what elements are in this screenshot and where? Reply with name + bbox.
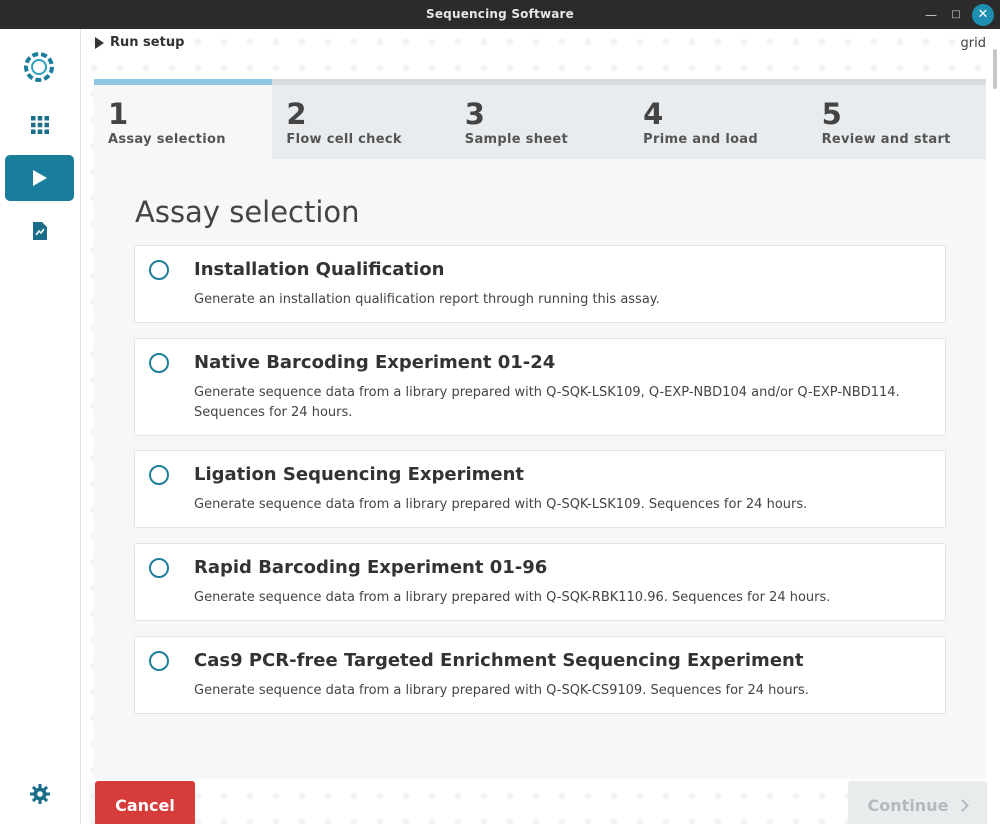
assay-option[interactable]: Cas9 PCR-free Targeted Enrichment Sequen…: [134, 636, 946, 714]
minimize-icon[interactable]: —: [920, 4, 942, 26]
radio-button[interactable]: [149, 558, 169, 578]
continue-button[interactable]: Continue: [848, 781, 987, 824]
sidebar-item-apps[interactable]: [5, 102, 74, 148]
window-title: Sequencing Software: [425, 7, 575, 21]
assay-title: Rapid Barcoding Experiment 01-96: [194, 557, 548, 578]
chevron-right-icon: [956, 798, 970, 812]
assay-title: Installation Qualification: [194, 259, 445, 280]
tab-review-and-start[interactable]: 5 Review and start: [807, 79, 986, 159]
play-icon: [32, 170, 47, 186]
sidebar-item-settings[interactable]: [5, 771, 74, 817]
scrollbar[interactable]: [993, 49, 997, 89]
tab-flow-cell-check[interactable]: 2 Flow cell check: [272, 79, 451, 159]
tab-prime-and-load[interactable]: 4 Prime and load: [629, 79, 808, 159]
assay-option[interactable]: Installation Qualification Generate an i…: [134, 245, 946, 323]
assay-title: Native Barcoding Experiment 01-24: [194, 352, 556, 373]
assay-title: Cas9 PCR-free Targeted Enrichment Sequen…: [194, 650, 804, 671]
step-number: 5: [821, 97, 842, 131]
assay-option[interactable]: Native Barcoding Experiment 01-24 Genera…: [134, 338, 946, 436]
continue-label: Continue: [867, 795, 949, 815]
cancel-button[interactable]: Cancel: [95, 781, 195, 824]
breadcrumb: Run setup: [95, 35, 184, 50]
step-label: Assay selection: [108, 132, 226, 147]
assay-description: Generate sequence data from a library pr…: [194, 590, 831, 605]
sidebar-item-reports[interactable]: [5, 208, 74, 254]
maximize-icon[interactable]: □: [945, 4, 967, 26]
play-small-icon: [95, 36, 104, 49]
device-label: grid: [960, 36, 986, 51]
breadcrumb-label: Run setup: [110, 35, 185, 50]
step-number: 1: [108, 97, 129, 131]
tab-assay-selection[interactable]: 1 Assay selection: [94, 79, 273, 159]
radio-button[interactable]: [149, 651, 169, 671]
assay-description: Generate an installation qualification r…: [194, 292, 660, 307]
step-tabs: 1 Assay selection 2 Flow cell check 3 Sa…: [94, 79, 986, 159]
assay-description: Generate sequence data from a library pr…: [194, 683, 809, 698]
page-title: Assay selection: [135, 195, 360, 229]
step-label: Review and start: [821, 132, 951, 147]
assay-option[interactable]: Rapid Barcoding Experiment 01-96 Generat…: [134, 543, 946, 621]
step-number: 3: [464, 97, 485, 131]
setup-card: 1 Assay selection 2 Flow cell check 3 Sa…: [94, 79, 986, 779]
step-number: 4: [643, 97, 664, 131]
step-number: 2: [286, 97, 307, 131]
title-bar: Sequencing Software — □ ✕: [0, 0, 1000, 29]
tab-sample-sheet[interactable]: 3 Sample sheet: [450, 79, 630, 159]
close-icon[interactable]: ✕: [972, 4, 994, 26]
report-icon: [32, 222, 47, 240]
radio-button[interactable]: [149, 465, 169, 485]
assay-description: Generate sequence data from a library pr…: [194, 385, 900, 420]
sidebar-item-run[interactable]: [5, 155, 74, 201]
step-label: Sample sheet: [464, 132, 569, 147]
assay-description: Generate sequence data from a library pr…: [194, 497, 808, 512]
apps-grid-icon: [30, 116, 49, 134]
step-label: Prime and load: [643, 132, 758, 147]
app-logo-icon: [24, 52, 54, 82]
radio-button[interactable]: [149, 353, 169, 373]
assay-title: Ligation Sequencing Experiment: [194, 464, 525, 485]
assay-option[interactable]: Ligation Sequencing Experiment Generate …: [134, 450, 946, 528]
step-label: Flow cell check: [286, 132, 402, 147]
sidebar: [0, 29, 81, 824]
main-content: Run setup grid 1 Assay selection 2 Flow …: [81, 29, 1000, 824]
radio-button[interactable]: [149, 260, 169, 280]
gear-icon: [29, 784, 50, 804]
